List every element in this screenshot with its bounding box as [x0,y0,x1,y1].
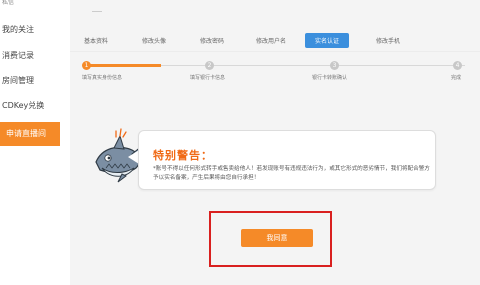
step-2-label: 填写银行卡信息 [190,75,226,81]
tab-username[interactable]: 修改用户名 [256,36,286,45]
step-1-dot: 1 [82,61,91,70]
warning-text: *账号不得以任何形式转手或售卖给他人！若发现账号有违规违法行为，或其它形式的恶劣… [153,166,430,181]
tab-bar: 基本资料 修改头像 修改密码 修改用户名 实名认证 修改手机 [70,30,480,52]
sidebar-item-apply-live[interactable]: 申请直播间 [0,122,60,146]
sidebar: 私信 我的关注 消费记录 房间管理 CDKey兑换 申请直播间 [0,0,60,285]
tab-avatar[interactable]: 修改头像 [142,36,166,45]
progress-fill [85,64,161,67]
step-1-label: 填写真实身份信息 [82,75,123,81]
sidebar-item-consumption[interactable]: 消费记录 [0,50,60,61]
sidebar-item-partial[interactable]: 私信 [2,0,14,6]
tab-phone[interactable]: 修改手机 [376,36,400,45]
step-3-dot: 3 [330,61,339,70]
main-panel: 基本资料 修改头像 修改密码 修改用户名 实名认证 修改手机 1 2 3 4 填… [70,0,480,285]
agree-button[interactable]: 我同意 [241,229,313,247]
warning-bubble: 特别警告： *账号不得以任何形式转手或售卖给他人！若发现账号有违规违法行为，或其… [138,130,436,190]
step-4-label: 完成 [451,75,462,81]
sidebar-item-follow[interactable]: 我的关注 [0,24,60,35]
step-2-dot: 2 [205,61,214,70]
tab-password[interactable]: 修改密码 [200,36,224,45]
sidebar-item-cdkey[interactable]: CDKey兑换 [0,100,60,111]
warning-title: 特别警告： [153,149,213,162]
step-4-dot: 4 [453,61,462,70]
sidebar-item-room-manage[interactable]: 房间管理 [0,75,60,86]
step-3-label: 银行卡转账确认 [312,75,348,81]
divider [92,11,102,12]
tab-basic-info[interactable]: 基本资料 [84,36,108,45]
progress-steps: 1 2 3 4 填写真实身份信息 填写银行卡信息 银行卡转账确认 完成 [70,58,480,88]
tab-real-name[interactable]: 实名认证 [305,33,350,48]
